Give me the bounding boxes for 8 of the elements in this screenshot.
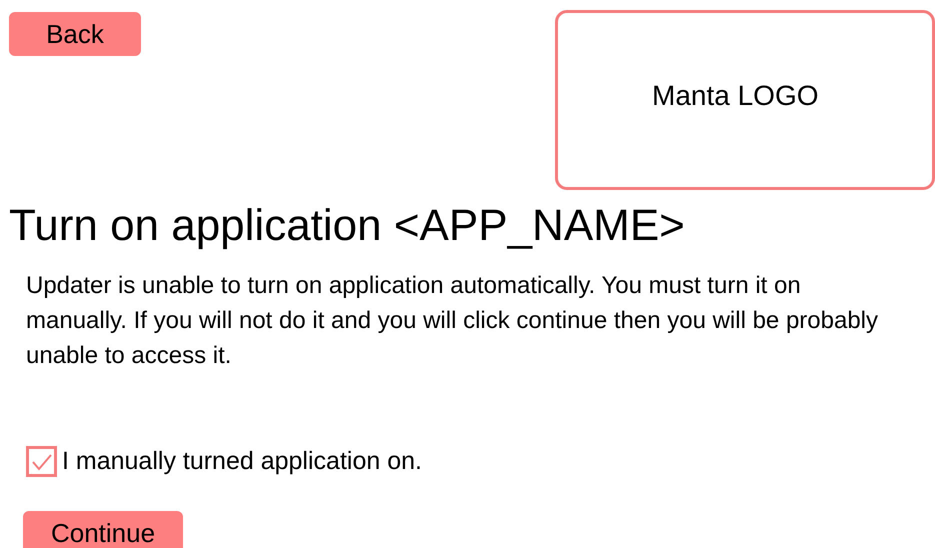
checkmark-icon <box>30 452 52 471</box>
back-button[interactable]: Back <box>9 12 141 56</box>
logo-text: Manta LOGO <box>652 79 819 113</box>
checkbox-label: I manually turned application on. <box>62 446 422 477</box>
continue-button[interactable]: Continue <box>23 510 183 548</box>
checkbox[interactable] <box>26 446 57 478</box>
page-title: Turn on application <APP_NAME> <box>9 200 685 252</box>
message-text: Updater is unable to turn on application automatically. You must turn it on manually. If you will not do it and you will click continue then you will be probably unable to access it. <box>26 271 879 371</box>
